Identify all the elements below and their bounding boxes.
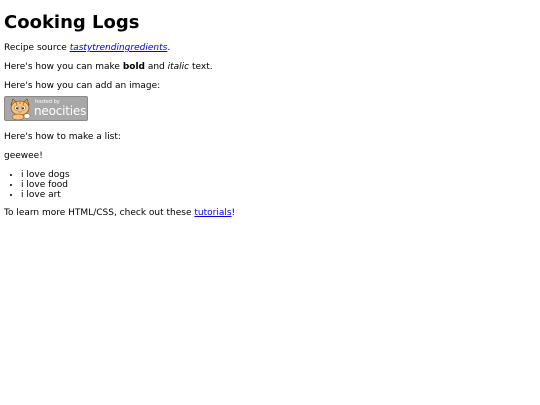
italic-word: italic [167, 62, 190, 72]
recipe-source-line: Recipe source tastytrendingredients. [4, 43, 536, 54]
badge-container: hosted by neocities [4, 96, 536, 122]
bold-line-mid: and [144, 62, 168, 72]
list-item: i love art [21, 190, 536, 200]
bold-line-suffix: text. [189, 62, 213, 72]
hosted-by-neocities-badge[interactable]: hosted by neocities [4, 96, 88, 121]
learn-more-suffix: ! [231, 208, 236, 218]
recipe-source-link-text: tastytrendingredients [69, 43, 168, 53]
recipe-source-link[interactable]: tastytrendingredients [70, 43, 168, 53]
learn-more-line: To learn more HTML/CSS, check out these … [4, 208, 536, 219]
list-item: i love food [21, 180, 536, 190]
bold-word: bold [122, 62, 145, 72]
list-intro-line: Here's how to make a list: [4, 132, 121, 142]
love-list: i love dogs i love food i love art [4, 170, 536, 200]
recipe-source-prefix: Recipe source [4, 43, 70, 53]
bold-italic-line: Here's how you can make bold and italic … [4, 62, 536, 73]
page: Cooking Logs Recipe source tastytrending… [0, 0, 540, 405]
learn-more-prefix: To learn more HTML/CSS, check out these [4, 208, 195, 218]
badge-brand-text: neocities [34, 104, 87, 118]
geewee-line: geewee! [4, 151, 43, 161]
bold-line-prefix: Here's how you can make [4, 62, 123, 72]
recipe-source-suffix: . [167, 43, 171, 53]
list-item: i love dogs [21, 170, 536, 180]
image-intro-line: Here's how you can add an image: [4, 81, 161, 91]
page-title: Cooking Logs [4, 12, 140, 33]
neocities-cat-icon [10, 98, 31, 120]
tutorials-link[interactable]: tutorials [194, 208, 231, 218]
